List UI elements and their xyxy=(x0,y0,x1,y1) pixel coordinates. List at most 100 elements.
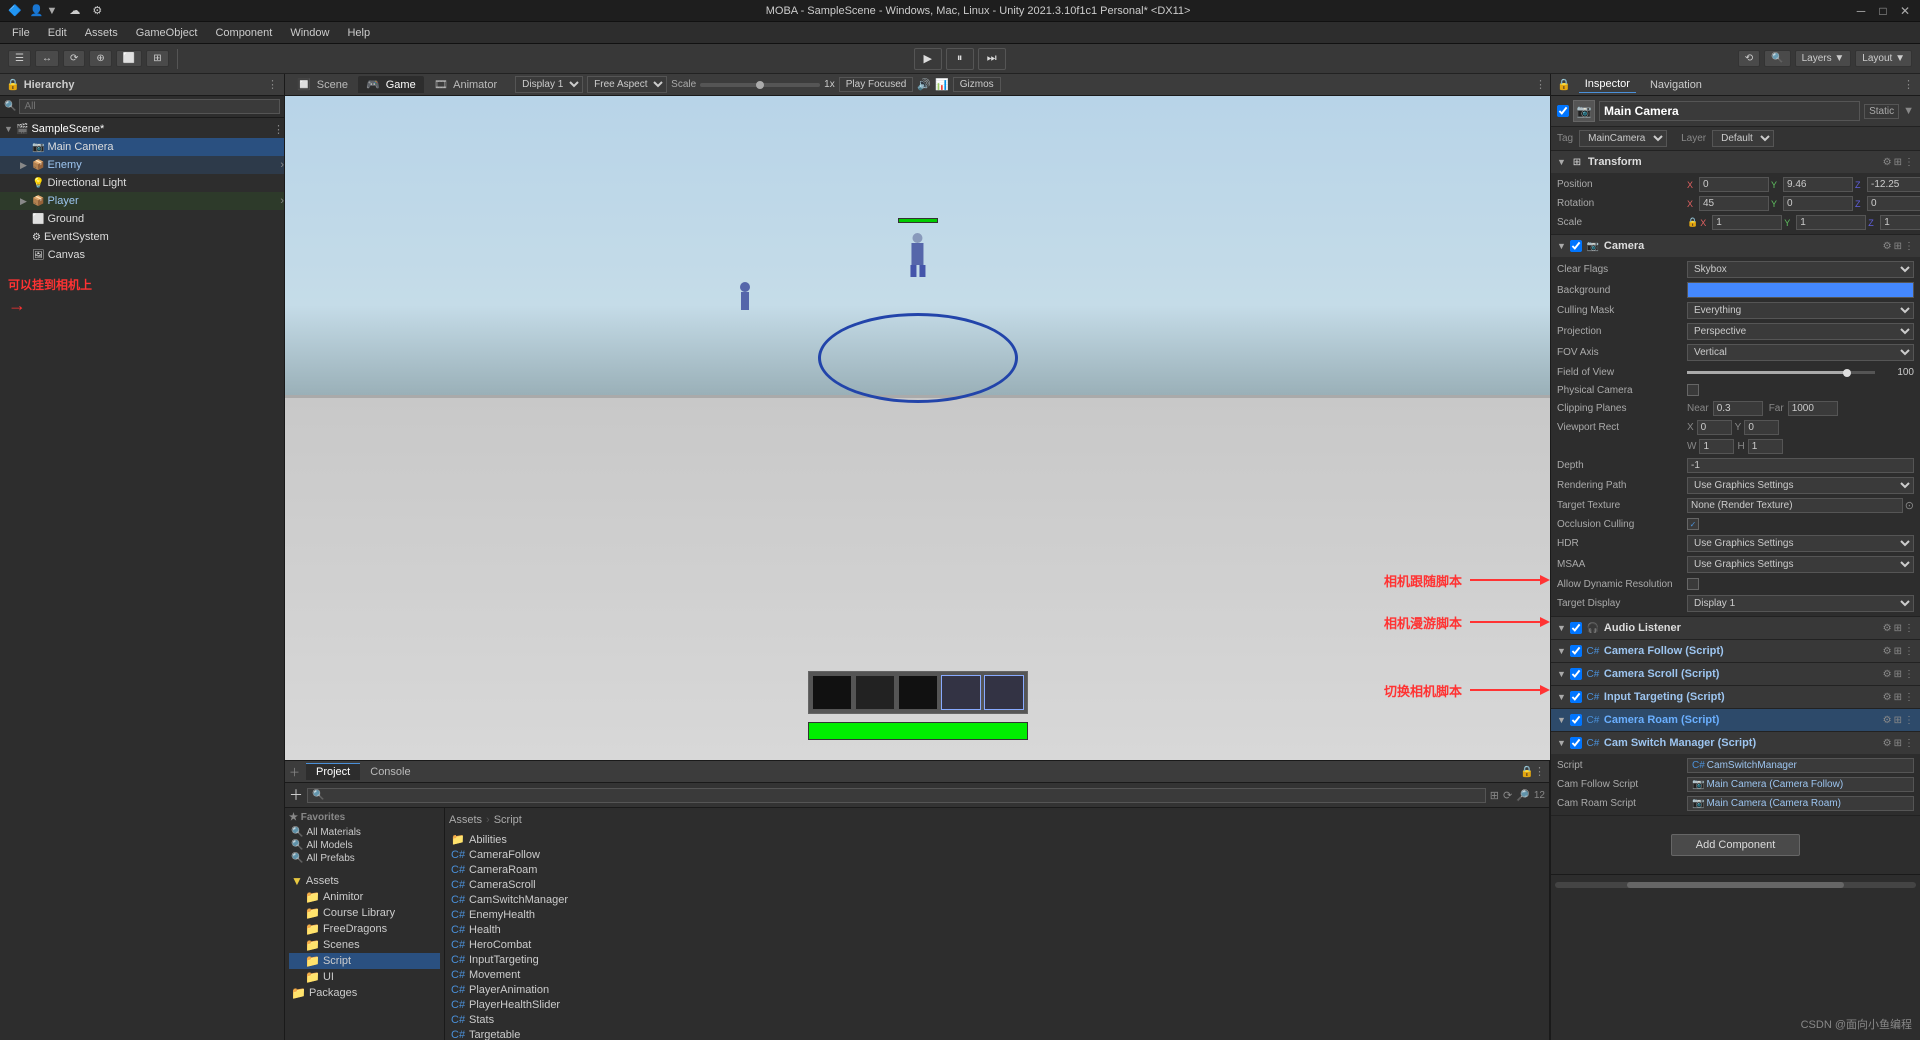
step-button[interactable]: ⏭ xyxy=(978,48,1006,70)
layers-btn[interactable]: Layers ▼ xyxy=(1795,50,1852,67)
cf-expand-icon[interactable]: ⊞ xyxy=(1894,646,1902,657)
clear-flags-select[interactable]: Skybox xyxy=(1687,261,1914,278)
folder-animitor[interactable]: 📁 Animitor xyxy=(289,889,440,905)
folder-freedragons[interactable]: 📁 FreeDragons xyxy=(289,921,440,937)
tab-animator[interactable]: 🎞 Animator xyxy=(426,76,505,93)
audio-settings-icon[interactable]: ⚙ xyxy=(1883,623,1892,634)
vp-w-input[interactable] xyxy=(1699,439,1734,454)
camera-settings-icon[interactable]: ⚙ xyxy=(1883,241,1892,252)
folder-ui[interactable]: 📁 UI xyxy=(289,969,440,985)
tree-item-canvas[interactable]: 🖼 Canvas xyxy=(0,246,284,264)
tab-scene[interactable]: 🔲 Scene xyxy=(289,76,356,93)
menu-component[interactable]: Component xyxy=(207,25,280,41)
audio-active-check[interactable] xyxy=(1570,622,1582,634)
pos-y-input[interactable] xyxy=(1783,177,1853,192)
camera-expand-icon[interactable]: ⊞ xyxy=(1894,241,1902,252)
it-settings-icon[interactable]: ⚙ xyxy=(1883,692,1892,703)
camera-more-icon[interactable]: ⋮ xyxy=(1904,241,1914,252)
file-enemyhealth[interactable]: C# EnemyHealth xyxy=(449,908,1545,922)
camera-active-check[interactable] xyxy=(1570,240,1582,252)
play-button[interactable]: ▶ xyxy=(914,48,942,70)
tree-item-ground[interactable]: ⬜ Ground xyxy=(0,210,284,228)
breadcrumb-script[interactable]: Script xyxy=(494,814,522,826)
settings-btn[interactable]: ⚙ xyxy=(92,4,102,17)
pos-z-input[interactable] xyxy=(1867,177,1920,192)
target-texture-pick-icon[interactable]: ⊙ xyxy=(1905,499,1914,512)
inspector-tab[interactable]: Inspector xyxy=(1579,76,1636,93)
file-abilities[interactable]: 📁 Abilities xyxy=(449,832,1545,847)
skill-slot-5[interactable] xyxy=(984,675,1024,710)
menu-help[interactable]: Help xyxy=(339,25,378,41)
tree-item-directional-light[interactable]: 💡 Directional Light xyxy=(0,174,284,192)
folder-courselibrary[interactable]: 📁 Course Library xyxy=(289,905,440,921)
fov-axis-select[interactable]: Vertical xyxy=(1687,344,1914,361)
cf-settings-icon[interactable]: ⚙ xyxy=(1883,646,1892,657)
object-active-checkbox[interactable] xyxy=(1557,105,1569,117)
project-menu-icon[interactable]: ⋮ xyxy=(1534,765,1545,778)
csm-active-check[interactable] xyxy=(1570,737,1582,749)
tab-console[interactable]: Console xyxy=(360,764,420,780)
culling-mask-select[interactable]: Everything xyxy=(1687,302,1914,319)
cam-roam-script-value[interactable]: 📷 Main Camera (Camera Roam) xyxy=(1687,796,1914,811)
account-btn[interactable]: 👤 ▼ xyxy=(30,4,58,17)
object-name-input[interactable] xyxy=(1599,101,1860,121)
file-health[interactable]: C# Health xyxy=(449,923,1545,937)
sc-y-input[interactable] xyxy=(1796,215,1866,230)
audio-expand-icon[interactable]: ⊞ xyxy=(1894,623,1902,634)
inspector-lock-icon[interactable]: 🔒 xyxy=(1557,78,1571,91)
menu-gameobject[interactable]: GameObject xyxy=(128,25,206,41)
tree-item-eventsystem[interactable]: ⚙ EventSystem xyxy=(0,228,284,246)
transform-expand-icon[interactable]: ⊞ xyxy=(1894,157,1902,168)
scale-btn[interactable]: ⊕ xyxy=(89,50,111,67)
target-texture-input[interactable] xyxy=(1687,498,1903,513)
file-playerhealthslider[interactable]: C# PlayerHealthSlider xyxy=(449,998,1545,1012)
multi-btn[interactable]: ⊞ xyxy=(146,50,168,67)
occlusion-checkbox[interactable] xyxy=(1687,518,1699,530)
sc-x-input[interactable] xyxy=(1712,215,1782,230)
cf-active-check[interactable] xyxy=(1570,645,1582,657)
rot-x-input[interactable] xyxy=(1699,196,1769,211)
hierarchy-lock-icon[interactable]: 🔒 xyxy=(6,78,20,91)
cf-more-icon[interactable]: ⋮ xyxy=(1904,646,1914,657)
refresh-icon[interactable]: ⟳ xyxy=(1503,789,1512,802)
rendering-path-select[interactable]: Use Graphics Settings xyxy=(1687,477,1914,494)
static-dropdown-icon[interactable]: ▼ xyxy=(1903,105,1914,117)
inspector-menu-icon[interactable]: ⋮ xyxy=(1903,78,1914,91)
cloud-btn[interactable]: ☁ xyxy=(69,4,80,17)
fov-slider[interactable] xyxy=(1687,371,1875,374)
skill-slot-1[interactable] xyxy=(812,675,852,710)
display-select[interactable]: Display 1 xyxy=(515,76,583,93)
transform-settings-icon[interactable]: ⚙ xyxy=(1883,157,1892,168)
tab-game[interactable]: 🎮 Game xyxy=(358,76,424,93)
background-color-swatch[interactable] xyxy=(1687,282,1914,298)
file-targetable[interactable]: C# Targetable xyxy=(449,1028,1545,1040)
transform-more-icon[interactable]: ⋮ xyxy=(1904,157,1914,168)
csm-more-icon[interactable]: ⋮ xyxy=(1904,738,1914,749)
camera-follow-header[interactable]: ▼ C# Camera Follow (Script) ⚙ ⊞ ⋮ xyxy=(1551,640,1920,662)
csm-expand-icon[interactable]: ⊞ xyxy=(1894,738,1902,749)
file-movement[interactable]: C# Movement xyxy=(449,968,1545,982)
layer-select[interactable]: Default xyxy=(1712,130,1774,147)
fav-all-models[interactable]: 🔍 All Models xyxy=(289,839,440,852)
scale-lock-icon[interactable]: 🔒 xyxy=(1687,217,1698,228)
cr-settings-icon[interactable]: ⚙ xyxy=(1883,715,1892,726)
file-camswitchmanager[interactable]: C# CamSwitchManager xyxy=(449,893,1545,907)
camera-roam-header[interactable]: ▼ C# Camera Roam (Script) ⚙ ⊞ ⋮ xyxy=(1551,709,1920,731)
menu-window[interactable]: Window xyxy=(282,25,337,41)
it-expand-icon[interactable]: ⊞ xyxy=(1894,692,1902,703)
breadcrumb-assets[interactable]: Assets xyxy=(449,814,482,826)
inspector-scrollbar[interactable] xyxy=(1555,882,1916,888)
fav-all-prefabs[interactable]: 🔍 All Prefabs xyxy=(289,852,440,865)
cs-more-icon[interactable]: ⋮ xyxy=(1904,669,1914,680)
file-camerascroll[interactable]: C# CameraScroll xyxy=(449,878,1545,892)
create-icon[interactable]: ＋ xyxy=(289,785,303,805)
skill-slot-3[interactable] xyxy=(898,675,938,710)
tree-item-player[interactable]: ▶ 📦 Player › xyxy=(0,192,284,210)
skill-slot-2[interactable] xyxy=(855,675,895,710)
depth-input[interactable] xyxy=(1687,458,1914,473)
it-active-check[interactable] xyxy=(1570,691,1582,703)
vp-h-input[interactable] xyxy=(1748,439,1783,454)
audio-more-icon[interactable]: ⋮ xyxy=(1904,623,1914,634)
scene-plus-btn[interactable]: ⋮ xyxy=(273,123,284,136)
audio-listener-header[interactable]: ▼ 🎧 Audio Listener ⚙ ⊞ ⋮ xyxy=(1551,617,1920,639)
